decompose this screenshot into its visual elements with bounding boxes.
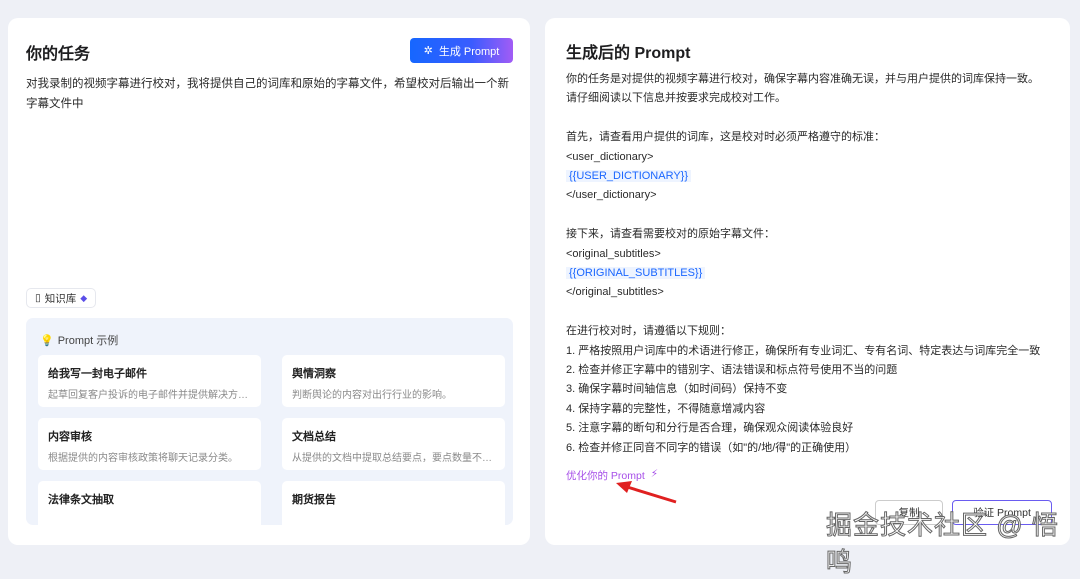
prompt-line — [566, 303, 1061, 322]
template-variable: {{USER_DICTIONARY}} — [566, 170, 692, 183]
example-title: 期货报告 — [292, 494, 336, 506]
example-desc: 根据提供的内容审核政策将聊天记录分类。 — [48, 453, 238, 464]
example-title: 文档总结 — [292, 431, 336, 443]
lightbulb-icon: 💡 — [40, 334, 54, 347]
example-card[interactable]: 期货报告 — [282, 481, 505, 525]
example-card[interactable]: 法律条文抽取 — [38, 481, 261, 525]
example-desc: 起草回复客户投诉的电子邮件并提供解决方案。 — [48, 390, 251, 401]
prompt-line: 6. 检查并修正同音不同字的错误（如"的/地/得"的正确使用） — [566, 441, 857, 454]
generated-title: 生成后的 Prompt — [566, 45, 691, 62]
example-desc: 判断舆论的内容对出行行业的影响。 — [292, 390, 452, 401]
knowledge-base-button[interactable]: ▯ 知识库 ◆ — [26, 288, 97, 308]
prompt-line: 首先，请查看用户提供的词库，这是校对时必须严格遵守的标准： — [566, 131, 885, 144]
generated-prompt-text: 你的任务是对提供的视频字幕进行校对，确保字幕内容准确无误，并与用户提供的词库保持… — [566, 70, 1061, 458]
watermark: 掘金技术社区 @ 悟鸣 — [826, 510, 1059, 578]
prompt-line: </user_dictionary> — [566, 189, 657, 202]
example-card[interactable]: 内容审核根据提供的内容审核政策将聊天记录分类。 — [38, 418, 261, 470]
generate-prompt-button[interactable]: ✲ 生成 Prompt — [410, 38, 513, 63]
prompt-line: {{ORIGINAL_SUBTITLES}} — [566, 264, 1061, 283]
generated-prompt-panel: 生成后的 Prompt 你的任务是对提供的视频字幕进行校对，确保字幕内容准确无误… — [545, 18, 1070, 545]
knowledge-label: 知识库 — [44, 292, 77, 305]
example-card[interactable]: 给我写一封电子邮件起草回复客户投诉的电子邮件并提供解决方案。 — [38, 355, 261, 407]
example-title: 给我写一封电子邮件 — [48, 368, 147, 380]
example-title: 法律条文抽取 — [48, 494, 114, 506]
prompt-line: 4. 保持字幕的完整性，不得随意增减内容 — [566, 402, 766, 415]
task-input[interactable]: 对我录制的视频字幕进行校对，我将提供自己的词库和原始的字幕文件，希望校对后输出一… — [26, 74, 516, 114]
example-desc: 从提供的文档中提取总结要点，要点数量不超... — [292, 453, 495, 464]
prompt-examples: 💡 Prompt 示例 给我写一封电子邮件起草回复客户投诉的电子邮件并提供解决方案… — [26, 318, 513, 525]
example-card[interactable]: 文档总结从提供的文档中提取总结要点，要点数量不超... — [282, 418, 505, 470]
prompt-line: 5. 注意字幕的断句和分行是否合理，确保观众阅读体验良好 — [566, 422, 854, 435]
examples-title: Prompt 示例 — [57, 335, 119, 347]
prompt-line — [566, 206, 1061, 225]
prompt-line: <original_subtitles> — [566, 247, 661, 260]
sparkle-icon: ✲ — [423, 45, 433, 57]
prompt-line: {{USER_DICTIONARY}} — [566, 167, 1061, 186]
prompt-line: <user_dictionary> — [566, 150, 654, 163]
task-panel: 你的任务 ✲ 生成 Prompt 对我录制的视频字幕进行校对，我将提供自己的词库和… — [8, 18, 530, 545]
prompt-line: 3. 确保字幕时间轴信息（如时间码）保持不变 — [566, 383, 788, 396]
generate-label: 生成 Prompt — [438, 45, 500, 58]
prompt-line: 1. 严格按照用户词库中的术语进行修正，确保所有专业词汇、专有名词、特定表达与词… — [566, 344, 1041, 357]
prompt-line: 在进行校对时，请遵循以下规则： — [566, 325, 731, 338]
template-variable: {{ORIGINAL_SUBTITLES}} — [566, 267, 706, 280]
prompt-line: 接下来，请查看需要校对的原始字幕文件： — [566, 228, 775, 241]
task-title: 你的任务 — [26, 46, 91, 63]
prompt-line: 你的任务是对提供的视频字幕进行校对，确保字幕内容准确无误，并与用户提供的词库保持… — [566, 73, 1039, 85]
prompt-line: </original_subtitles> — [566, 286, 664, 299]
prompt-line: 2. 检查并修正字幕中的错别字、语法错误和标点符号使用不当的问题 — [566, 364, 898, 377]
book-icon: ▯ — [35, 292, 41, 304]
gem-icon: ◆ — [80, 292, 88, 303]
example-title: 内容审核 — [48, 431, 92, 443]
example-title: 舆情洞察 — [292, 368, 336, 380]
prompt-line — [566, 109, 1061, 128]
red-arrow-annotation — [616, 481, 677, 504]
example-card[interactable]: 舆情洞察判断舆论的内容对出行行业的影响。 — [282, 355, 505, 407]
prompt-line: 请仔细阅读以下信息并按要求完成校对工作。 — [566, 92, 786, 105]
